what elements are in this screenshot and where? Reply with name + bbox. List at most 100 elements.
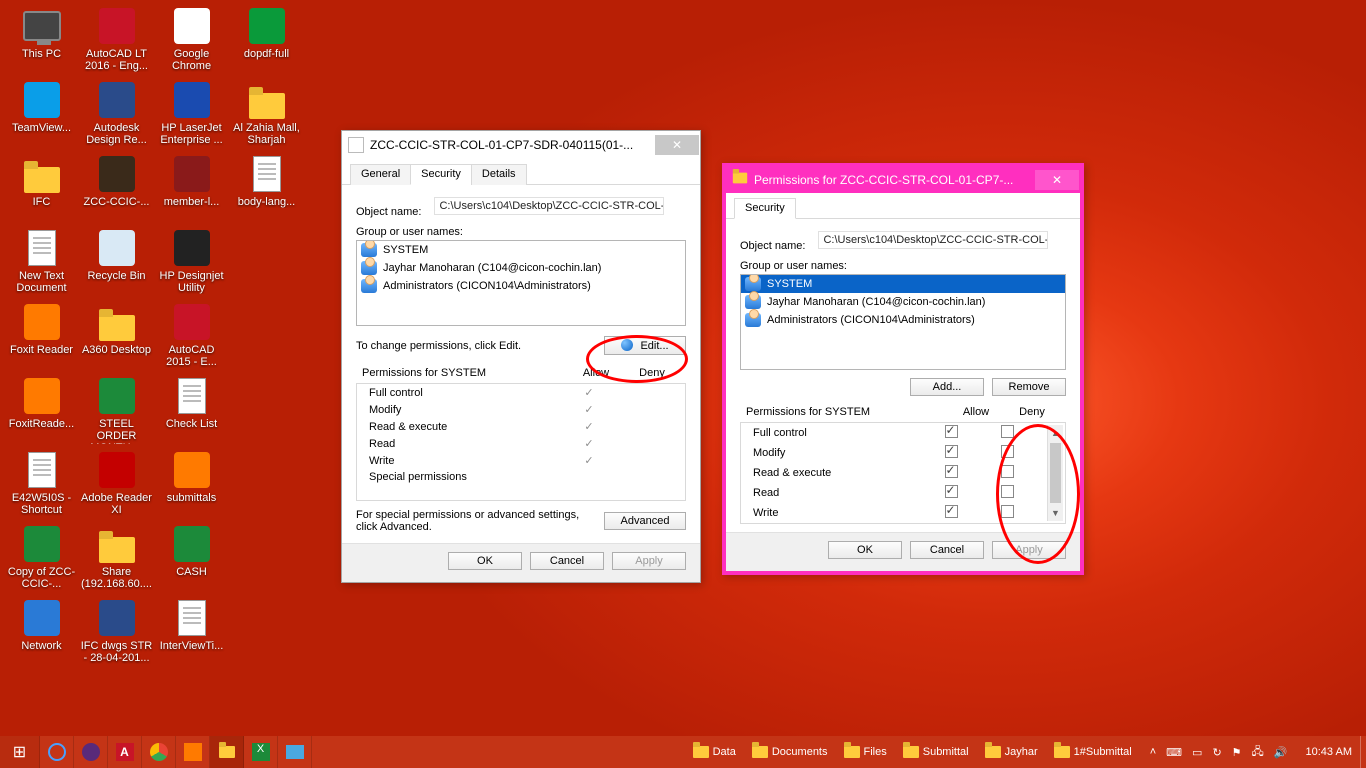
tray-refresh-icon[interactable]: ↻ bbox=[1212, 746, 1221, 759]
taskbar-pinned-folder[interactable]: Files bbox=[836, 736, 895, 768]
desktop-icon[interactable]: STEEL ORDER MONTH ... bbox=[79, 374, 154, 448]
allow-checkbox[interactable] bbox=[945, 485, 958, 498]
cancel-button[interactable]: Cancel bbox=[530, 552, 604, 570]
scroll-up-icon[interactable]: ▲ bbox=[1048, 425, 1063, 441]
desktop-icon[interactable]: dopdf-full bbox=[229, 4, 304, 78]
desktop-icon[interactable]: Share (192.168.60.... bbox=[79, 522, 154, 596]
scroll-thumb[interactable] bbox=[1050, 443, 1061, 503]
deny-checkbox[interactable] bbox=[1001, 505, 1014, 518]
tab-details[interactable]: Details bbox=[471, 164, 527, 185]
desktop-icon[interactable]: HP LaserJet Enterprise ... bbox=[154, 78, 229, 152]
permissions-footer: OK Cancel Apply bbox=[726, 532, 1080, 571]
ok-button[interactable]: OK bbox=[448, 552, 522, 570]
taskbar-pinned-folder[interactable]: 1#Submittal bbox=[1046, 736, 1140, 768]
properties-titlebar[interactable]: ZCC-CCIC-STR-COL-01-CP7-SDR-040115(01-..… bbox=[342, 131, 700, 159]
taskbar-app-autocad[interactable]: A bbox=[108, 736, 142, 768]
taskbar-app-ie[interactable] bbox=[40, 736, 74, 768]
desktop-icon[interactable]: A360 Desktop bbox=[79, 300, 154, 374]
cancel-button[interactable]: Cancel bbox=[910, 541, 984, 559]
desktop-icon[interactable]: Recycle Bin bbox=[79, 226, 154, 300]
deny-checkbox[interactable] bbox=[1001, 485, 1014, 498]
desktop-icon[interactable]: E42W5I0S - Shortcut bbox=[4, 448, 79, 522]
allow-checkbox[interactable] bbox=[945, 505, 958, 518]
desktop-icon[interactable]: Adobe Reader XI bbox=[79, 448, 154, 522]
user-list[interactable]: SYSTEMJayhar Manoharan (C104@cicon-cochi… bbox=[740, 274, 1066, 370]
desktop-icon[interactable]: This PC bbox=[4, 4, 79, 78]
desktop-icon[interactable]: IFC bbox=[4, 152, 79, 226]
app-icon bbox=[172, 524, 212, 564]
close-icon[interactable]: ✕ bbox=[1035, 170, 1079, 190]
tray-keyboard-icon[interactable]: ⌨ bbox=[1166, 746, 1182, 759]
user-list-item[interactable]: Jayhar Manoharan (C104@cicon-cochin.lan) bbox=[741, 293, 1065, 311]
remove-button[interactable]: Remove bbox=[992, 378, 1066, 396]
tray-volume-icon[interactable]: 🔊 bbox=[1274, 746, 1288, 759]
desktop-icon[interactable]: Check List bbox=[154, 374, 229, 448]
desktop-icon[interactable]: Al Zahia Mall, Sharjah bbox=[229, 78, 304, 152]
taskbar-app-excel[interactable]: X bbox=[244, 736, 278, 768]
user-list-item[interactable]: Administrators (CICON104\Administrators) bbox=[741, 311, 1065, 329]
deny-checkbox[interactable] bbox=[1001, 445, 1014, 458]
taskbar-app-firefox[interactable] bbox=[74, 736, 108, 768]
user-list[interactable]: SYSTEMJayhar Manoharan (C104@cicon-cochi… bbox=[356, 240, 686, 326]
tab-general[interactable]: General bbox=[350, 164, 411, 185]
object-path: C:\Users\c104\Desktop\ZCC-CCIC-STR-COL-0… bbox=[434, 197, 664, 215]
scroll-down-icon[interactable]: ▼ bbox=[1048, 505, 1063, 521]
desktop-icon[interactable]: IFC dwgs STR - 28-04-201... bbox=[79, 596, 154, 670]
taskbar-app-foxit[interactable] bbox=[176, 736, 210, 768]
taskbar-pinned-folder[interactable]: Documents bbox=[744, 736, 836, 768]
desktop-icon[interactable]: Google Chrome bbox=[154, 4, 229, 78]
desktop-icon[interactable]: Foxit Reader bbox=[4, 300, 79, 374]
taskbar-app-chrome[interactable] bbox=[142, 736, 176, 768]
user-list-item[interactable]: Administrators (CICON104\Administrators) bbox=[357, 277, 685, 295]
tray-network-icon[interactable]: 🖧 bbox=[1252, 743, 1264, 762]
taskbar-pinned-folder[interactable]: Submittal bbox=[895, 736, 977, 768]
tab-security[interactable]: Security bbox=[734, 198, 796, 219]
tray-flag-icon[interactable]: ⚑ bbox=[1232, 746, 1242, 759]
permissions-titlebar[interactable]: Permissions for ZCC-CCIC-STR-COL-01-CP7-… bbox=[726, 167, 1080, 193]
desktop-icon[interactable]: ZCC-CCIC-... bbox=[79, 152, 154, 226]
deny-checkbox[interactable] bbox=[1001, 465, 1014, 478]
tray-chevron-up-icon[interactable]: ˄ bbox=[1150, 746, 1156, 758]
desktop-icon[interactable]: Copy of ZCC-CCIC-... bbox=[4, 522, 79, 596]
apply-button[interactable]: Apply bbox=[992, 541, 1066, 559]
user-list-item[interactable]: SYSTEM bbox=[741, 275, 1065, 293]
desktop-icon[interactable]: Network bbox=[4, 596, 79, 670]
start-button[interactable]: ⊞ bbox=[0, 736, 40, 768]
ok-button[interactable]: OK bbox=[828, 541, 902, 559]
desktop-icon[interactable]: InterViewTi... bbox=[154, 596, 229, 670]
desktop-icon[interactable]: AutoCAD LT 2016 - Eng... bbox=[79, 4, 154, 78]
scrollbar[interactable]: ▲ ▼ bbox=[1047, 425, 1063, 521]
allow-checkbox[interactable] bbox=[945, 445, 958, 458]
object-path: C:\Users\c104\Desktop\ZCC-CCIC-STR-COL-0… bbox=[818, 231, 1048, 249]
desktop-icon[interactable]: body-lang... bbox=[229, 152, 304, 226]
edit-button[interactable]: Edit... bbox=[604, 336, 686, 355]
desktop-icon-label: Check List bbox=[156, 418, 228, 430]
desktop-icon-label: Network bbox=[6, 640, 78, 652]
taskbar-clock[interactable]: 10:43 AM bbox=[1298, 746, 1360, 758]
allow-checkbox[interactable] bbox=[945, 425, 958, 438]
show-desktop-button[interactable] bbox=[1360, 736, 1366, 768]
desktop-icon[interactable]: AutoCAD 2015 - E... bbox=[154, 300, 229, 374]
desktop-icon[interactable]: submittals bbox=[154, 448, 229, 522]
taskbar-app-pictures[interactable] bbox=[278, 736, 312, 768]
desktop-icon[interactable]: TeamView... bbox=[4, 78, 79, 152]
desktop-icon[interactable]: New Text Document bbox=[4, 226, 79, 300]
desktop-icon[interactable]: CASH bbox=[154, 522, 229, 596]
taskbar-pinned-folder[interactable]: Data bbox=[685, 736, 744, 768]
add-button[interactable]: Add... bbox=[910, 378, 984, 396]
desktop-icon[interactable]: Autodesk Design Re... bbox=[79, 78, 154, 152]
apply-button[interactable]: Apply bbox=[612, 552, 686, 570]
desktop-icon[interactable]: member-l... bbox=[154, 152, 229, 226]
deny-checkbox[interactable] bbox=[1001, 425, 1014, 438]
taskbar-app-explorer[interactable] bbox=[210, 736, 244, 768]
tab-security[interactable]: Security bbox=[410, 164, 472, 185]
taskbar-pinned-folder[interactable]: Jayhar bbox=[977, 736, 1046, 768]
desktop-icon[interactable]: HP Designjet Utility bbox=[154, 226, 229, 300]
user-list-item[interactable]: SYSTEM bbox=[357, 241, 685, 259]
tray-monitor-icon[interactable]: ▭ bbox=[1192, 746, 1202, 759]
allow-checkbox[interactable] bbox=[945, 465, 958, 478]
close-icon[interactable]: ✕ bbox=[655, 135, 699, 155]
advanced-button[interactable]: Advanced bbox=[604, 512, 686, 530]
user-list-item[interactable]: Jayhar Manoharan (C104@cicon-cochin.lan) bbox=[357, 259, 685, 277]
desktop-icon[interactable]: FoxitReade... bbox=[4, 374, 79, 448]
